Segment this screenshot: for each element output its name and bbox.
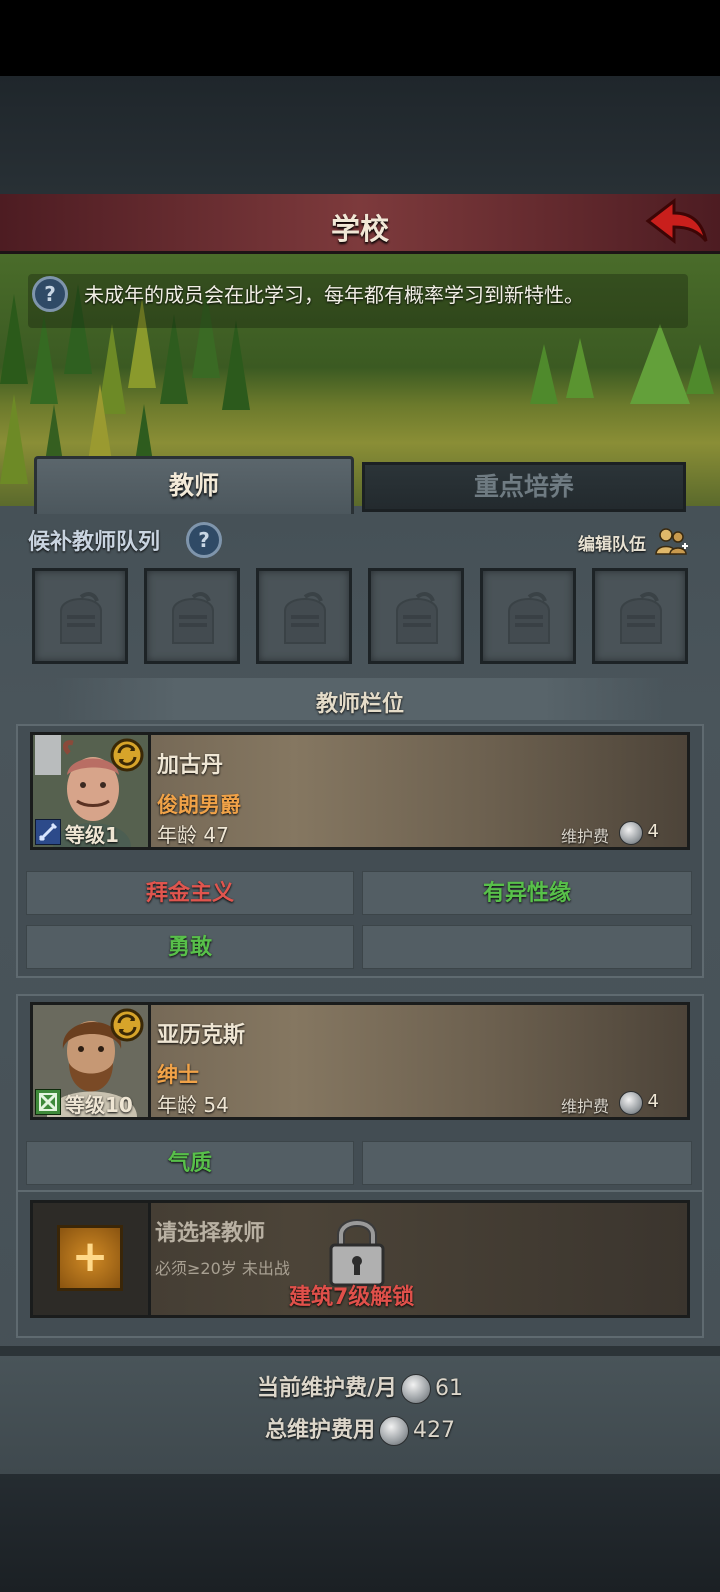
total-upkeep: 总维护费用 427 bbox=[0, 1412, 720, 1446]
queue-slot[interactable] bbox=[144, 568, 240, 664]
unlock-requirement: 建筑7级解锁 bbox=[289, 1285, 415, 1310]
monthly-upkeep: 当前维护费/月 61 bbox=[0, 1370, 720, 1404]
add-teacher-box: + bbox=[33, 1203, 151, 1315]
upkeep-footer: 当前维护费/月 61 总维护费用 427 bbox=[0, 1356, 720, 1474]
upkeep-label: 维护费 bbox=[560, 827, 609, 846]
knight-helmet-icon bbox=[396, 592, 438, 644]
trait-tag[interactable]: 有异性缘 bbox=[362, 871, 692, 915]
coin-icon bbox=[401, 1374, 432, 1404]
upkeep-value: 4 bbox=[647, 821, 659, 842]
header-bar: 学校 bbox=[0, 194, 720, 254]
requirement-text: 必须≥20岁 未出战 bbox=[155, 1259, 290, 1278]
top-black-bar bbox=[0, 0, 720, 76]
teacher-level: 等级1 bbox=[65, 823, 119, 847]
tab-teacher[interactable]: 教师 bbox=[34, 456, 354, 514]
knight-helmet-icon bbox=[284, 592, 326, 644]
teacher-age: 年龄 47 bbox=[157, 819, 229, 848]
teacher-level: 等级10 bbox=[65, 1093, 133, 1117]
teacher-portrait: 等级10 bbox=[33, 1005, 151, 1117]
edit-team-icon[interactable] bbox=[654, 526, 690, 558]
knight-helmet-icon bbox=[172, 592, 214, 644]
age-value: 47 bbox=[203, 823, 229, 847]
tab-focus-label: 重点培养 bbox=[473, 472, 574, 501]
monthly-upkeep-value: 61 bbox=[435, 1376, 464, 1401]
trait-tag-empty bbox=[362, 925, 692, 969]
monthly-upkeep-label: 当前维护费/月 bbox=[256, 1376, 398, 1401]
queue-slot[interactable] bbox=[32, 568, 128, 664]
knight-helmet-icon bbox=[620, 592, 662, 644]
teacher-card[interactable]: 等级10 亚历克斯 绅士 年龄 54 维护费 4 bbox=[30, 1002, 690, 1120]
locked-teacher-slot[interactable]: + 请选择教师 必须≥20岁 未出战 建筑7级解锁 bbox=[30, 1200, 690, 1318]
age-label: 年龄 bbox=[157, 823, 197, 847]
teacher-card[interactable]: 等级1 加古丹 俊朗男爵 年龄 47 维护费 4 bbox=[30, 732, 690, 850]
teacher-name: 亚历克斯 bbox=[157, 1023, 246, 1048]
queue-slot[interactable] bbox=[592, 568, 688, 664]
coin-icon bbox=[619, 1091, 643, 1115]
swap-icon[interactable] bbox=[109, 737, 145, 773]
coin-icon bbox=[619, 821, 643, 845]
queue-slot[interactable] bbox=[256, 568, 352, 664]
trait-tag-empty bbox=[362, 1141, 692, 1185]
info-text: 未成年的成员会在此学习，每年都有概率学习到新特性。 bbox=[84, 283, 584, 307]
footer-divider bbox=[0, 1346, 720, 1356]
upkeep-value: 4 bbox=[647, 1091, 659, 1112]
upkeep-label: 维护费 bbox=[560, 1097, 609, 1116]
teacher-portrait: 等级1 bbox=[33, 735, 151, 847]
total-upkeep-label: 总维护费用 bbox=[264, 1418, 375, 1443]
age-value: 54 bbox=[203, 1093, 229, 1117]
tab-focus-training[interactable]: 重点培养 bbox=[362, 462, 686, 512]
back-arrow-icon bbox=[645, 197, 708, 245]
teacher-age: 年龄 54 bbox=[157, 1089, 229, 1118]
bottom-dark-area bbox=[0, 1474, 720, 1592]
coin-icon bbox=[379, 1416, 409, 1446]
back-button[interactable] bbox=[644, 197, 710, 249]
select-teacher-label: 请选择教师 bbox=[155, 1221, 266, 1246]
shield-class-icon bbox=[34, 1088, 62, 1116]
slots-title: 教师栏位 bbox=[315, 692, 404, 717]
trait-tag[interactable]: 拜金主义 bbox=[26, 871, 354, 915]
age-label: 年龄 bbox=[157, 1093, 197, 1117]
swap-icon[interactable] bbox=[109, 1007, 145, 1043]
knight-helmet-icon bbox=[508, 592, 550, 644]
queue-title: 候补教师队列 bbox=[28, 530, 161, 555]
queue-slot[interactable] bbox=[368, 568, 464, 664]
teacher-name: 加古丹 bbox=[157, 753, 224, 778]
queue-slot[interactable] bbox=[480, 568, 576, 664]
tab-teacher-label: 教师 bbox=[168, 471, 219, 500]
help-icon[interactable]: ? bbox=[32, 276, 68, 312]
knight-helmet-icon bbox=[60, 592, 102, 644]
trait-tag[interactable]: 气质 bbox=[26, 1141, 354, 1185]
trait-tag[interactable]: 勇敢 bbox=[26, 925, 354, 969]
edit-team-button[interactable]: 编辑队伍 bbox=[578, 530, 646, 555]
top-dark-area bbox=[0, 76, 720, 194]
teacher-title: 俊朗男爵 bbox=[157, 793, 241, 817]
total-upkeep-value: 427 bbox=[413, 1418, 455, 1443]
teacher-title: 绅士 bbox=[157, 1063, 199, 1087]
help-icon[interactable]: ? bbox=[186, 522, 222, 558]
add-teacher-button[interactable]: + bbox=[57, 1225, 123, 1291]
sword-class-icon bbox=[34, 818, 62, 846]
page-title: 学校 bbox=[330, 212, 389, 246]
